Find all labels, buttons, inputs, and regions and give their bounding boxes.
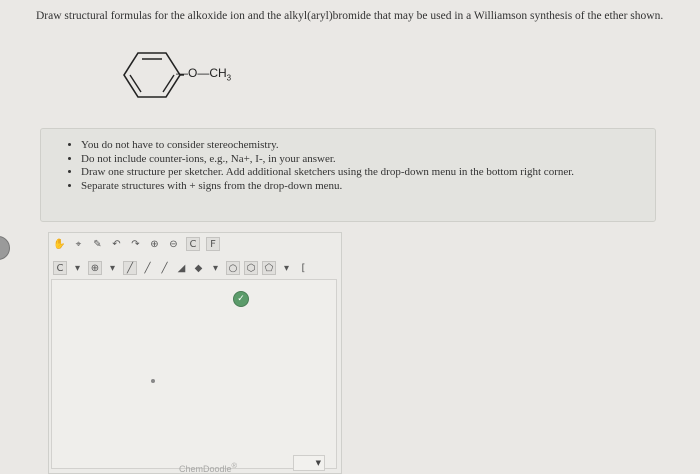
charge-icon[interactable]: ⊕ [88,261,102,275]
chevron-down-icon[interactable]: ▾ [71,262,84,275]
sketcher-dropdown[interactable]: ▼ [293,455,325,471]
hand-icon[interactable]: ✋ [53,238,66,251]
zoom-out-icon[interactable]: ⊖ [167,238,180,251]
lasso-icon[interactable]: ⌖ [72,238,85,251]
bracket-icon[interactable]: [ [297,262,310,275]
check-icon[interactable]: ✓ [233,291,249,307]
redo-icon[interactable]: ↷ [129,238,142,251]
methoxy-label: —O—CH3 [176,66,232,83]
instruction-item: Separate structures with + signs from th… [81,180,655,194]
single-bond-icon[interactable]: ╱ [123,261,137,275]
cursor-dot [151,379,155,383]
instructions-list: You do not have to consider stereochemis… [41,139,655,193]
bond-label-icon[interactable]: F [206,237,220,251]
chemdoodle-sketcher: ✋ ⌖ ✎ ↶ ↷ ⊕ ⊖ C F C ▾ ⊕ ▾ ╱ ╱ ╱ ◢ ◆ ▾ ○ … [48,232,342,474]
instruction-item: Draw one structure per sketcher. Add add… [81,166,655,180]
chevron-down-icon[interactable]: ▾ [209,262,222,275]
double-bond-icon[interactable]: ╱ [141,262,154,275]
zoom-in-icon[interactable]: ⊕ [148,238,161,251]
question-text: Draw structural formulas for the alkoxid… [36,10,664,22]
sketcher-canvas[interactable]: ✓ [51,279,337,469]
sketcher-toolbar-top: ✋ ⌖ ✎ ↶ ↷ ⊕ ⊖ C F [49,233,341,255]
eraser-icon[interactable]: ✎ [91,238,104,251]
chevron-down-icon[interactable]: ▾ [280,262,293,275]
ring-icon[interactable]: ○ [226,261,240,275]
instructions-box: You do not have to consider stereochemis… [40,128,656,222]
benzene-icon[interactable]: ⬠ [262,261,276,275]
carbon-icon[interactable]: C [53,261,67,275]
ring-double-bond-2 [129,74,142,93]
sketcher-toolbar-bottom: C ▾ ⊕ ▾ ╱ ╱ ╱ ◢ ◆ ▾ ○ ⬡ ⬠ ▾ [ [49,257,341,279]
ring-double-bond-3 [162,74,175,93]
undo-icon[interactable]: ↶ [110,238,123,251]
hash-bond-icon[interactable]: ◆ [192,262,205,275]
chevron-down-icon: ▼ [315,459,321,467]
cyclohexane-icon[interactable]: ⬡ [244,261,258,275]
chemdoodle-brand: ChemDoodle® [179,461,238,474]
chevron-down-icon[interactable]: ▾ [106,262,119,275]
wedge-bond-icon[interactable]: ◢ [175,262,188,275]
instruction-item: Do not include counter-ions, e.g., Na+, … [81,153,655,167]
triple-bond-icon[interactable]: ╱ [158,262,171,275]
atom-label-icon[interactable]: C [186,237,200,251]
instruction-item: You do not have to consider stereochemis… [81,139,655,153]
nav-button[interactable] [0,236,10,260]
